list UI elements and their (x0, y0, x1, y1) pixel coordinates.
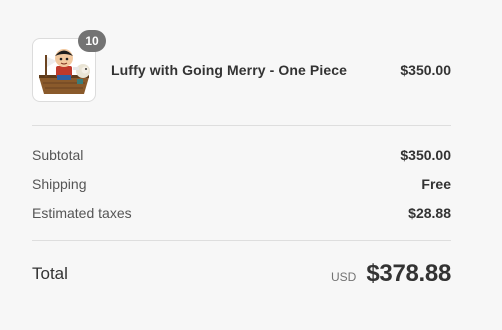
subtotal-label: Subtotal (32, 146, 84, 163)
product-thumbnail-wrapper: 10 (32, 30, 106, 102)
cost-breakdown: Subtotal $350.00 Shipping Free Estimated… (32, 126, 451, 240)
shipping-value: Free (421, 175, 451, 192)
subtotal-row: Subtotal $350.00 (32, 145, 451, 164)
line-item: 10 Luffy with Going Merry - One Piece $3… (32, 30, 451, 102)
subtotal-value: $350.00 (400, 146, 451, 163)
quantity-badge: 10 (78, 30, 106, 52)
product-price: $350.00 (400, 62, 451, 78)
product-name: Luffy with Going Merry - One Piece (111, 62, 347, 78)
total-amount: $378.88 (366, 260, 451, 287)
total-row: Total USD $378.88 (32, 259, 451, 289)
taxes-row: Estimated taxes $28.88 (32, 203, 451, 222)
shipping-row: Shipping Free (32, 174, 451, 193)
total-label: Total (32, 264, 68, 283)
taxes-value: $28.88 (408, 204, 451, 221)
taxes-label: Estimated taxes (32, 204, 132, 221)
currency-code: USD (331, 270, 357, 284)
divider (32, 240, 451, 241)
shipping-label: Shipping (32, 175, 87, 192)
total-amount-wrapper: USD $378.88 (331, 260, 451, 288)
order-summary: 10 Luffy with Going Merry - One Piece $3… (32, 30, 451, 289)
